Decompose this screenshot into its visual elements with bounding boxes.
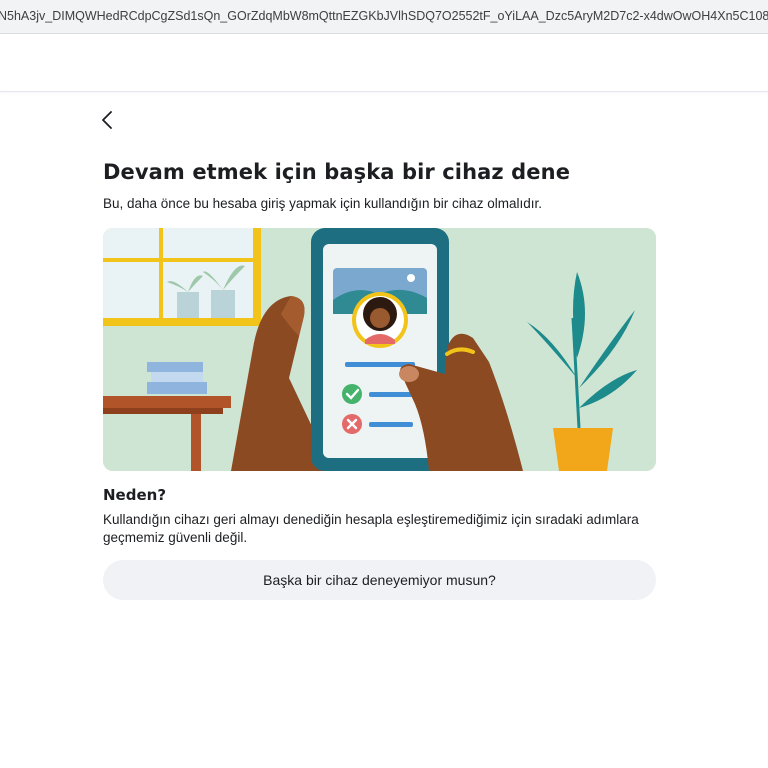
chevron-left-icon bbox=[102, 111, 112, 129]
why-explanation: Kullandığın cihazı geri almayı denediğin… bbox=[103, 512, 639, 545]
alt-button-label: Başka bir cihaz deneyemiyor musun? bbox=[263, 572, 496, 588]
back-button[interactable] bbox=[96, 108, 120, 132]
window-illustration bbox=[103, 228, 261, 326]
top-header bbox=[0, 34, 768, 92]
why-heading: Neden? bbox=[103, 486, 167, 504]
page-subtitle: Bu, daha önce bu hesaba giriş yapmak içi… bbox=[103, 196, 543, 211]
url-text: N5hA3jv_DIMQWHedRCdpCgZSd1sQn_GOrZdqMbW8… bbox=[0, 9, 768, 23]
browser-url-bar[interactable]: N5hA3jv_DIMQWHedRCdpCgZSd1sQn_GOrZdqMbW8… bbox=[0, 0, 768, 34]
cannot-try-other-device-button[interactable]: Başka bir cihaz deneyemiyor musun? bbox=[103, 560, 656, 600]
device-illustration bbox=[103, 228, 656, 471]
page-title: Devam etmek için başka bir cihaz dene bbox=[103, 160, 571, 184]
